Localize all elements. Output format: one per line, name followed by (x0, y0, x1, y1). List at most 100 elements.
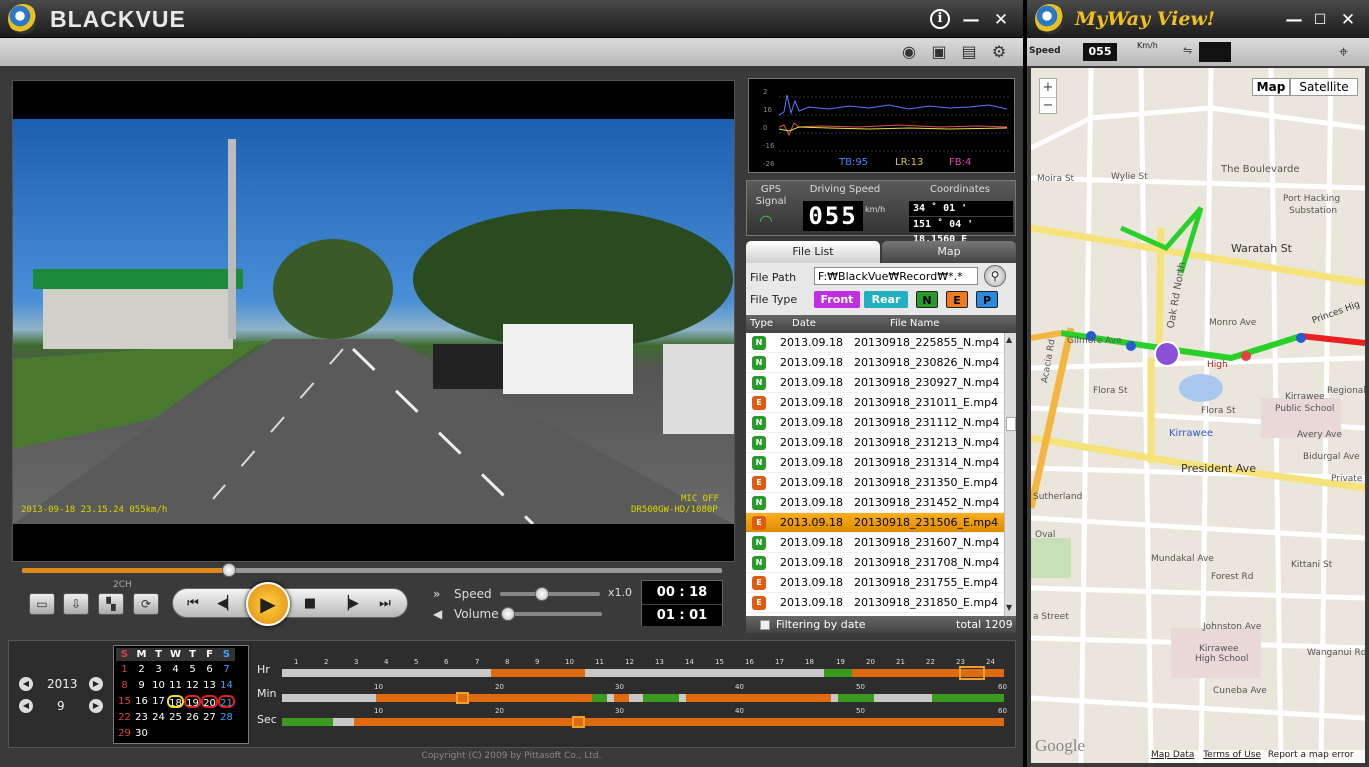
file-row[interactable]: N 2013.09.18 20130918_231213_N.mp4 (746, 433, 1004, 453)
map-view[interactable]: + − Map Satellite Waratah St The Bouleva… (1031, 68, 1365, 763)
hour-track[interactable] (282, 669, 1004, 677)
filter-e-button[interactable]: E (946, 291, 968, 308)
calendar-day[interactable]: 15 (116, 695, 133, 708)
first-button[interactable]: ⏮ (181, 593, 205, 615)
calendar-day[interactable]: 12 (184, 679, 201, 692)
seek-handle[interactable] (221, 563, 236, 577)
scroll-up-icon[interactable]: ▲ (1006, 335, 1012, 344)
speed-slider[interactable] (500, 587, 600, 601)
speed-handle[interactable] (535, 587, 549, 601)
zoom-out-button[interactable]: − (1040, 97, 1056, 113)
terms-link[interactable]: Terms of Use (1203, 750, 1261, 760)
filter-rear-button[interactable]: Rear (864, 291, 908, 308)
file-row[interactable]: N 2013.09.18 20130918_231607_N.mp4 (746, 533, 1004, 553)
file-path-input[interactable] (814, 267, 978, 285)
file-row[interactable]: N 2013.09.18 20130918_231314_N.mp4 (746, 453, 1004, 473)
next-year-button[interactable]: ▶ (89, 677, 103, 691)
search-icon[interactable]: ⚲ (984, 265, 1006, 287)
next-month-button[interactable]: ▶ (89, 699, 103, 713)
filter-n-button[interactable]: N (916, 291, 938, 308)
calendar-day[interactable]: 5 (184, 663, 201, 676)
calendar-day[interactable]: 7 (218, 663, 235, 676)
calendar-day[interactable]: 9 (133, 679, 150, 692)
file-row[interactable]: E 2013.09.18 20130918_231350_E.mp4 (746, 473, 1004, 493)
scroll-down-icon[interactable]: ▼ (1006, 603, 1012, 612)
timeline-cursor[interactable] (456, 692, 469, 704)
timeline-cursor[interactable] (571, 716, 585, 728)
calendar-day[interactable]: 20 (201, 695, 218, 709)
minimize-button[interactable]: — (960, 9, 982, 31)
timeline-tracks[interactable]: 1 2 3 4 5 6 7 8 9 10 11 12 13 14 15 16 17 18 19 20 21 22 23 24 1… (282, 641, 1007, 749)
file-row[interactable]: E 2013.09.18 20130918_231011_E.mp4 (746, 393, 1004, 413)
calendar-day[interactable]: 17 (150, 695, 167, 708)
fullscreen-button[interactable]: ▭ (29, 593, 55, 615)
myway-maximize-button[interactable]: ☐ (1309, 9, 1331, 31)
calendar-day[interactable]: 6 (201, 663, 218, 676)
file-row[interactable]: E 2013.09.18 20130918_231850_E.mp4 (746, 593, 1004, 613)
calendar-day[interactable]: 19 (184, 695, 201, 709)
calendar-day[interactable]: 27 (201, 711, 218, 724)
calendar-day[interactable]: 14 (218, 679, 235, 692)
tab-map[interactable]: Map (882, 241, 1016, 263)
last-button[interactable]: ⏭ (373, 593, 397, 615)
list-scrollbar[interactable]: ▲ ▼ (1004, 333, 1016, 616)
calendar-day[interactable]: 24 (150, 711, 167, 724)
swap-button[interactable]: ⟳ (133, 593, 159, 615)
timeline-cursor[interactable] (958, 666, 985, 680)
minute-track[interactable] (282, 694, 1004, 702)
calendar-day[interactable]: 13 (201, 679, 218, 692)
info-icon[interactable]: i (930, 9, 950, 29)
calendar-day[interactable]: 4 (167, 663, 184, 676)
calendar-day[interactable]: 10 (150, 679, 167, 692)
prev-month-button[interactable]: ◀ (19, 699, 33, 713)
capture-button[interactable]: ⇩ (63, 593, 89, 615)
file-list[interactable]: N 2013.09.18 20130918_225855_N.mp4 N 2013.09… (746, 333, 1004, 616)
calendar-day[interactable]: 2 (133, 663, 150, 676)
file-row[interactable]: N 2013.09.18 20130918_230927_N.mp4 (746, 373, 1004, 393)
file-row[interactable]: N 2013.09.18 20130918_231452_N.mp4 (746, 493, 1004, 513)
video-player[interactable]: 2013-09-18 23.15.24 055km/h MIC OFF DR50… (12, 80, 735, 562)
compass-icon[interactable]: ◉ (898, 42, 920, 62)
file-row[interactable]: N 2013.09.18 20130918_225855_N.mp4 (746, 333, 1004, 353)
map-data-link[interactable]: Map Data (1151, 750, 1194, 760)
tab-file-list[interactable]: File List (746, 241, 880, 263)
play-button[interactable]: ▶ (246, 582, 290, 626)
camera-icon[interactable]: ▣ (928, 42, 950, 62)
calendar-day[interactable]: 11 (167, 679, 184, 692)
file-row[interactable]: E 2013.09.18 20130918_231506_E.mp4 (746, 513, 1004, 533)
pip-button[interactable]: ▚ (98, 593, 124, 615)
filter-checkbox[interactable] (760, 620, 770, 630)
stop-button[interactable]: ■ (298, 593, 322, 615)
zoom-in-button[interactable]: + (1040, 79, 1056, 97)
report-link[interactable]: Report a map error (1268, 750, 1354, 760)
calendar-day[interactable]: 16 (133, 695, 150, 708)
calendar-day[interactable]: 21 (218, 695, 235, 709)
myway-close-button[interactable]: ✕ (1337, 9, 1359, 31)
calendar-day[interactable]: 18 (167, 695, 184, 709)
file-row[interactable]: N 2013.09.18 20130918_231708_N.mp4 (746, 553, 1004, 573)
gear-icon[interactable]: ⚙ (988, 42, 1010, 62)
scroll-thumb[interactable] (1006, 417, 1016, 431)
map-type-satellite-button[interactable]: Satellite (1290, 78, 1358, 96)
calendar-day[interactable]: 26 (184, 711, 201, 724)
print-icon[interactable]: ▤ (958, 42, 980, 62)
volume-slider[interactable] (501, 607, 602, 621)
calendar-day[interactable]: 3 (150, 663, 167, 676)
calendar-day[interactable]: 25 (167, 711, 184, 724)
file-row[interactable]: N 2013.09.18 20130918_230826_N.mp4 (746, 353, 1004, 373)
next-button[interactable]: ▕▶ (337, 593, 361, 615)
map-type-map-button[interactable]: Map (1252, 78, 1290, 96)
myway-minimize-button[interactable]: — (1283, 9, 1305, 31)
prev-button[interactable]: ◀▏ (215, 593, 239, 615)
crosshair-icon[interactable]: ⌖ (1339, 42, 1348, 62)
calendar-day[interactable]: 29 (116, 727, 133, 740)
prev-year-button[interactable]: ◀ (19, 677, 33, 691)
filter-front-button[interactable]: Front (814, 291, 860, 308)
calendar-day[interactable]: 22 (116, 711, 133, 724)
second-track[interactable] (282, 718, 1004, 726)
calendar-day[interactable]: 1 (116, 663, 133, 676)
calendar-day[interactable]: 28 (218, 711, 235, 724)
close-button[interactable]: ✕ (990, 9, 1012, 31)
filter-p-button[interactable]: P (976, 291, 998, 308)
calendar-day[interactable]: 30 (133, 727, 150, 740)
